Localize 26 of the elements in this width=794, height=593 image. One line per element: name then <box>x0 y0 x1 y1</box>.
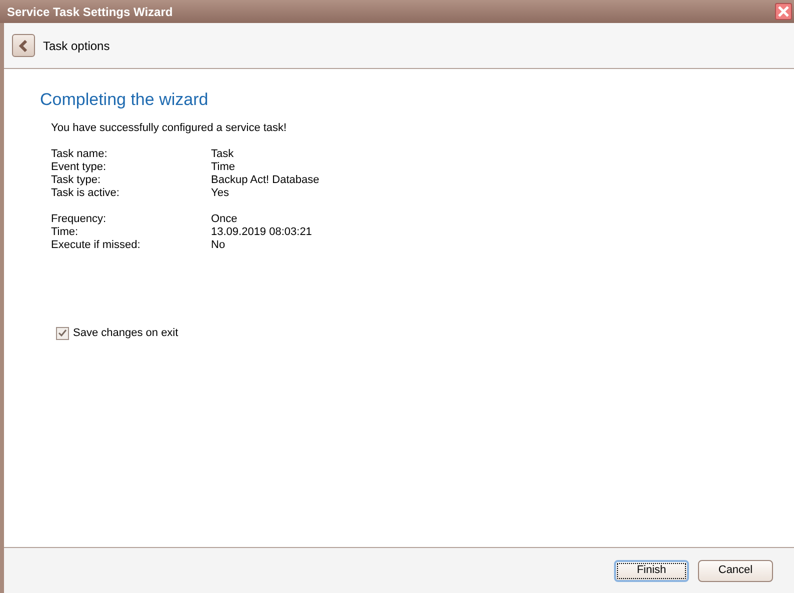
back-button[interactable] <box>12 34 35 57</box>
field-value: 13.09.2019 08:03:21 <box>211 226 312 239</box>
field-value: Once <box>211 213 238 226</box>
field-value: Yes <box>211 187 229 200</box>
field-label: Event type: <box>51 161 108 174</box>
window-title: Service Task Settings Wizard <box>7 4 173 20</box>
close-button[interactable] <box>775 3 792 20</box>
back-label: Task options <box>43 38 110 54</box>
field-label: Time: <box>51 226 80 239</box>
dialog-button[interactable]: Cancel <box>698 560 773 582</box>
checkbox-label: Save changes on exit <box>73 326 178 341</box>
field-value: Task <box>211 148 234 161</box>
field-value: Time <box>211 161 236 174</box>
success-message: You have successfully configured a service task! <box>51 122 288 135</box>
check-icon <box>58 329 67 338</box>
dialog-button[interactable]: Finish <box>614 560 689 582</box>
field-value: Backup Act! Database <box>211 174 320 187</box>
field-label: Task type: <box>51 174 102 187</box>
field-label: Task name: <box>51 148 108 161</box>
save-checkbox[interactable] <box>56 326 69 340</box>
field-label: Execute if missed: <box>51 239 142 252</box>
field-label: Task is active: <box>51 187 120 200</box>
close-icon <box>778 6 789 17</box>
field-value: No <box>211 239 226 252</box>
page-heading: Completing the wizard <box>40 90 210 110</box>
field-label: Frequency: <box>51 213 108 226</box>
